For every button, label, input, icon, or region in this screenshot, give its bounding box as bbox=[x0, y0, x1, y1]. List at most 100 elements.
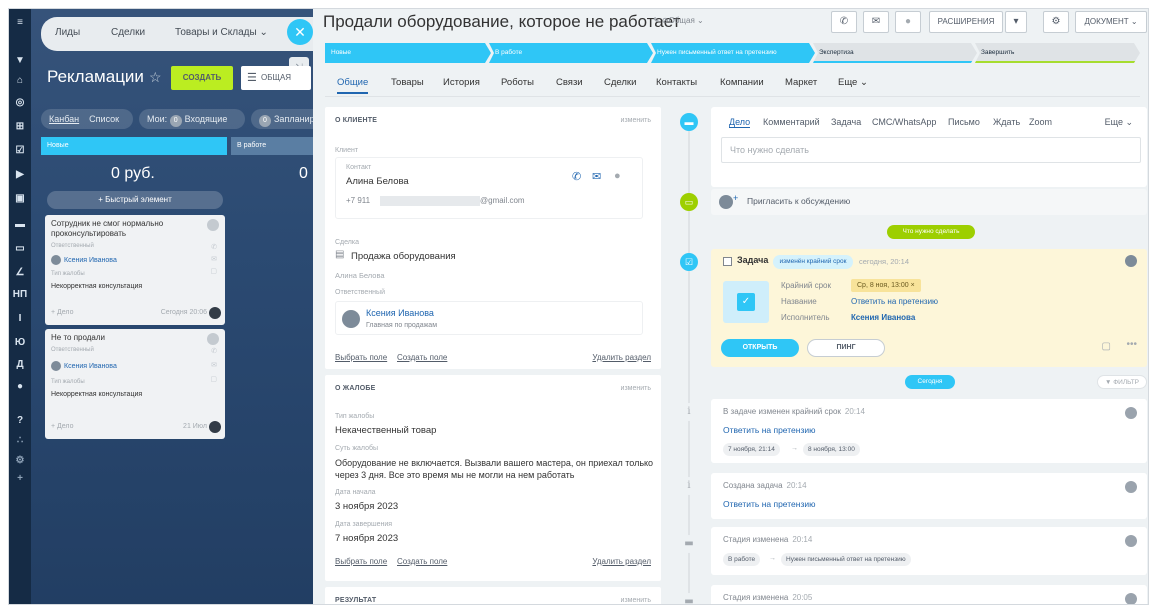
card-person[interactable]: Ксения Иванова bbox=[51, 255, 117, 265]
history-link[interactable]: Ответить на претензию bbox=[723, 499, 816, 509]
document-button[interactable]: ДОКУМЕНТ ⌄ bbox=[1075, 11, 1147, 33]
more-icon[interactable]: ••• bbox=[1126, 339, 1137, 350]
tab-history[interactable]: История bbox=[443, 77, 480, 88]
chat-icon[interactable]: ▢ bbox=[210, 375, 217, 383]
quick-add-button[interactable]: + Быстрый элемент bbox=[47, 191, 223, 209]
filter-button[interactable]: ▼ ФИЛЬТР bbox=[1097, 375, 1147, 389]
kanban-card[interactable]: Сотрудник не смог нормально проконсульти… bbox=[45, 215, 225, 325]
phone-icon[interactable]: ✆ bbox=[831, 11, 857, 33]
ping-button[interactable]: ПИНГ bbox=[807, 339, 885, 357]
chat-icon[interactable]: ▢ bbox=[210, 267, 217, 275]
target-icon[interactable]: ◎ bbox=[9, 95, 31, 111]
rail-i-icon[interactable]: I bbox=[9, 311, 31, 327]
tab-links[interactable]: Связи bbox=[556, 77, 583, 88]
deadline-value[interactable]: Ср, 8 ноя, 13:00 × bbox=[851, 279, 921, 292]
phone-icon[interactable]: ✆ bbox=[211, 347, 217, 355]
deal-title[interactable]: Продали оборудование, которое не работае… bbox=[323, 12, 680, 32]
my-filter[interactable]: Мои: 0 Входящие bbox=[139, 109, 245, 129]
record-icon[interactable]: ● bbox=[9, 379, 31, 395]
tab-more[interactable]: Еще ⌄ bbox=[838, 77, 868, 88]
kanban-card[interactable]: Не то продали Ответственный Ксения Ивано… bbox=[45, 329, 225, 439]
add-case-link[interactable]: + Дело bbox=[51, 423, 74, 430]
tab-market[interactable]: Маркет bbox=[785, 77, 817, 88]
executor-value[interactable]: Ксения Иванова bbox=[851, 313, 915, 322]
tag-icon[interactable]: ▶ bbox=[9, 167, 31, 183]
resp-name[interactable]: Ксения Иванова bbox=[366, 308, 434, 318]
tab-deals[interactable]: Сделки bbox=[111, 27, 145, 38]
activity-tab-sms[interactable]: СМС/WhatsApp bbox=[872, 117, 936, 127]
home-icon[interactable]: ⌂ bbox=[9, 73, 31, 89]
column-head-new[interactable]: Новые bbox=[41, 137, 227, 155]
edit-link[interactable]: изменить bbox=[621, 385, 651, 392]
mail-icon[interactable]: ✉ bbox=[211, 255, 217, 263]
scan-icon[interactable]: ▣ bbox=[9, 191, 31, 207]
activity-tab-comment[interactable]: Комментарий bbox=[763, 117, 820, 127]
card-title[interactable]: Не то продали bbox=[51, 333, 201, 343]
sitemap-icon[interactable]: ∴ bbox=[9, 433, 31, 449]
tab-robots[interactable]: Роботы bbox=[501, 77, 534, 88]
contact-name[interactable]: Алина Белова bbox=[346, 176, 409, 188]
stage-in-work[interactable]: В работе bbox=[489, 43, 653, 63]
rail-d-icon[interactable]: Д bbox=[9, 357, 31, 373]
filter-button[interactable]: ☰ ОБЩАЯ bbox=[241, 66, 311, 90]
mail-icon[interactable]: ✉ bbox=[211, 361, 217, 369]
tab-deals[interactable]: Сделки bbox=[604, 77, 636, 88]
star-icon[interactable]: ☆ bbox=[149, 69, 162, 86]
create-field-link[interactable]: Создать поле bbox=[397, 557, 447, 566]
mail-icon[interactable]: ✉ bbox=[863, 11, 889, 33]
history-link[interactable]: Ответить на претензию bbox=[723, 425, 816, 435]
edit-link[interactable]: изменить bbox=[621, 117, 651, 124]
activity-tab-case[interactable]: Дело bbox=[729, 117, 751, 128]
view-kanban[interactable]: Канбан bbox=[49, 114, 79, 124]
task-checkbox[interactable] bbox=[723, 257, 732, 266]
activity-tab-wait[interactable]: Ждать bbox=[993, 117, 1020, 127]
extensions-button[interactable]: РАСШИРЕНИЯ bbox=[929, 11, 1003, 33]
tab-contacts[interactable]: Контакты bbox=[656, 77, 697, 88]
contact-phone[interactable]: +7 911 bbox=[346, 196, 370, 205]
mail-icon[interactable]: ✉ bbox=[592, 170, 601, 183]
card-title[interactable]: Сотрудник не смог нормально проконсульти… bbox=[51, 219, 201, 239]
task-name-value[interactable]: Ответить на претензию bbox=[851, 297, 938, 306]
invite-row[interactable]: + Пригласить к обсуждению bbox=[711, 189, 1147, 215]
menu-icon[interactable]: ≡ bbox=[9, 15, 31, 31]
settings-icon[interactable]: ⚙ bbox=[9, 453, 31, 469]
filter-funnel-icon[interactable]: ▼ bbox=[9, 53, 31, 69]
tab-goods[interactable]: Товары bbox=[391, 77, 424, 88]
add-icon[interactable]: + bbox=[9, 471, 31, 487]
checkbox-icon[interactable]: ☑ bbox=[9, 143, 31, 159]
briefcase-icon[interactable]: ▬ bbox=[9, 217, 31, 233]
stage-written-answer[interactable]: Нужен письменный ответ на претензию bbox=[651, 43, 815, 63]
stage-expertise[interactable]: Экспертиза bbox=[813, 43, 977, 63]
create-button[interactable]: СОЗДАТЬ bbox=[171, 66, 233, 90]
open-task-button[interactable]: ОТКРЫТЬ bbox=[721, 339, 799, 357]
help-icon[interactable]: ? bbox=[9, 413, 31, 429]
cart-icon[interactable]: ⊞ bbox=[9, 119, 31, 135]
stage-finish[interactable]: Завершить bbox=[975, 43, 1140, 63]
np-icon[interactable]: НП bbox=[9, 287, 31, 303]
activity-tab-mail[interactable]: Письмо bbox=[948, 117, 980, 127]
select-field-link[interactable]: Выбрать поле bbox=[335, 353, 387, 362]
select-field-link[interactable]: Выбрать поле bbox=[335, 557, 387, 566]
phone-icon[interactable]: ✆ bbox=[572, 170, 581, 183]
extensions-dropdown-icon[interactable]: ▾ bbox=[1005, 11, 1027, 33]
create-field-link[interactable]: Создать поле bbox=[397, 353, 447, 362]
add-case-link[interactable]: + Дело bbox=[51, 309, 74, 316]
stage-new[interactable]: Новые bbox=[325, 43, 491, 63]
activity-tab-more[interactable]: Еще ⌄ bbox=[1105, 117, 1133, 128]
edit-link[interactable]: изменить bbox=[621, 597, 651, 604]
todo-input[interactable]: Что нужно сделать bbox=[721, 137, 1141, 163]
pen-icon[interactable]: ∠ bbox=[9, 265, 31, 281]
tab-general[interactable]: Общие bbox=[337, 77, 369, 94]
inbox-icon[interactable]: ▭ bbox=[9, 241, 31, 257]
chat-icon[interactable]: ● bbox=[614, 170, 621, 182]
tab-leads[interactable]: Лиды bbox=[55, 27, 80, 38]
title-edit-tag[interactable]: ✎ ⊘Общая ⌄ bbox=[653, 16, 704, 25]
view-list[interactable]: Список bbox=[89, 114, 119, 124]
delete-section-link[interactable]: Удалить раздел bbox=[592, 557, 651, 566]
contact-email[interactable]: @gmail.com bbox=[480, 196, 525, 205]
card-person[interactable]: Ксения Иванова bbox=[51, 361, 117, 371]
rail-yu-icon[interactable]: Ю bbox=[9, 335, 31, 351]
delete-section-link[interactable]: Удалить раздел bbox=[592, 353, 651, 362]
tab-goods[interactable]: Товары и Склады ⌄ bbox=[175, 27, 268, 38]
activity-tab-zoom[interactable]: Zoom bbox=[1029, 117, 1052, 127]
